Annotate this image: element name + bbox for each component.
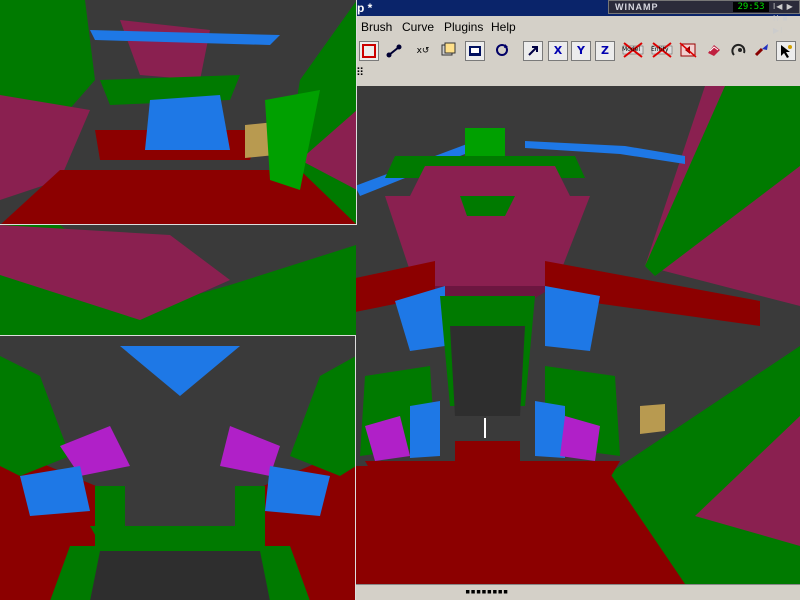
- middle-area: [0, 225, 356, 335]
- texture-button[interactable]: [439, 41, 459, 61]
- rotate-xy-icon: x↺: [416, 46, 430, 56]
- menu-help[interactable]: Help: [491, 20, 516, 34]
- block-left: [410, 401, 440, 458]
- winamp-bar[interactable]: WINAMP 29:53 I◀ ▶ II ■ ▶I: [608, 0, 800, 35]
- no-model-label: Model: [622, 46, 641, 53]
- vertex-button[interactable]: [385, 41, 405, 61]
- menu-brush[interactable]: Brush: [361, 20, 392, 34]
- status-glyph: ⠿: [356, 67, 365, 79]
- block-right: [535, 401, 565, 458]
- pointer-icon: [781, 45, 792, 58]
- z-axis-button[interactable]: Z: [595, 41, 615, 61]
- arrow-icon: [528, 46, 538, 56]
- menu-curve[interactable]: Curve: [402, 20, 434, 34]
- clip-button[interactable]: [679, 41, 699, 61]
- brush-select-button[interactable]: [359, 41, 379, 61]
- camera-viewport[interactable]: [355, 86, 800, 584]
- tool-button[interactable]: [776, 41, 796, 61]
- inset-screenshot-bottom: [0, 335, 356, 600]
- no-model-button[interactable]: Model: [621, 41, 645, 61]
- pillar-right: [235, 486, 265, 546]
- brush-select-icon: [362, 44, 376, 58]
- platform: [365, 461, 620, 478]
- no-entity-label: Entity: [651, 46, 669, 53]
- front-pit: [90, 551, 270, 600]
- floor: [1, 170, 356, 224]
- cycle-button[interactable]: [493, 41, 513, 61]
- vertex-icon: [386, 44, 402, 58]
- splitter-grip[interactable]: ▪▪▪▪▪▪▪▪: [465, 587, 508, 597]
- inner-blue: [145, 95, 230, 150]
- camera-icon: [469, 46, 481, 56]
- doorway: [450, 326, 525, 416]
- x-axis-button[interactable]: X: [548, 41, 568, 61]
- top-roof: [410, 166, 570, 196]
- toolbar: x↺ X Y Z Model Entity: [355, 38, 800, 65]
- pillar-left: [95, 486, 125, 546]
- select-icon: [754, 44, 768, 57]
- arrow-button[interactable]: [523, 41, 543, 61]
- z-axis-icon: Z: [601, 44, 609, 57]
- cycle-icon: [496, 44, 508, 56]
- inset-screenshot-top: [0, 0, 357, 225]
- winamp-controls[interactable]: I◀ ▶ II ■ ▶I: [773, 1, 799, 37]
- platform-step: [455, 441, 520, 461]
- patch-icon: [708, 45, 720, 56]
- menu-plugins[interactable]: Plugins: [444, 20, 483, 34]
- texture-icon: [441, 42, 456, 56]
- inset-top-render: [0, 0, 356, 224]
- winamp-time: 29:53: [733, 2, 769, 12]
- select-button[interactable]: [753, 41, 773, 61]
- window-title: p *: [357, 1, 373, 15]
- crate: [640, 404, 665, 434]
- editor-window: p * Brush Curve Plugins Help x↺ X Y Z Mo…: [355, 0, 800, 600]
- patch-button[interactable]: [705, 41, 725, 61]
- panel-right: [545, 286, 600, 351]
- paint-button[interactable]: [730, 41, 750, 61]
- y-axis-button[interactable]: Y: [571, 41, 591, 61]
- y-axis-icon: Y: [577, 44, 585, 57]
- clip-icon: [679, 42, 697, 58]
- level-geometry-render: [355, 86, 800, 584]
- paint-icon: [731, 43, 746, 56]
- camera-button[interactable]: [465, 41, 485, 61]
- no-entity-button[interactable]: Entity: [650, 41, 674, 61]
- rotate-xy-button[interactable]: x↺: [413, 41, 433, 61]
- inset-bottom-render: [0, 336, 355, 600]
- status-strip: ⠿: [355, 64, 800, 86]
- winamp-title: WINAMP: [615, 2, 659, 12]
- x-axis-icon: X: [553, 44, 563, 57]
- bottom-splitter[interactable]: ▪▪▪▪▪▪▪▪: [355, 584, 800, 600]
- top-block: [465, 128, 505, 158]
- menu-bar: Brush Curve Plugins Help: [355, 16, 800, 38]
